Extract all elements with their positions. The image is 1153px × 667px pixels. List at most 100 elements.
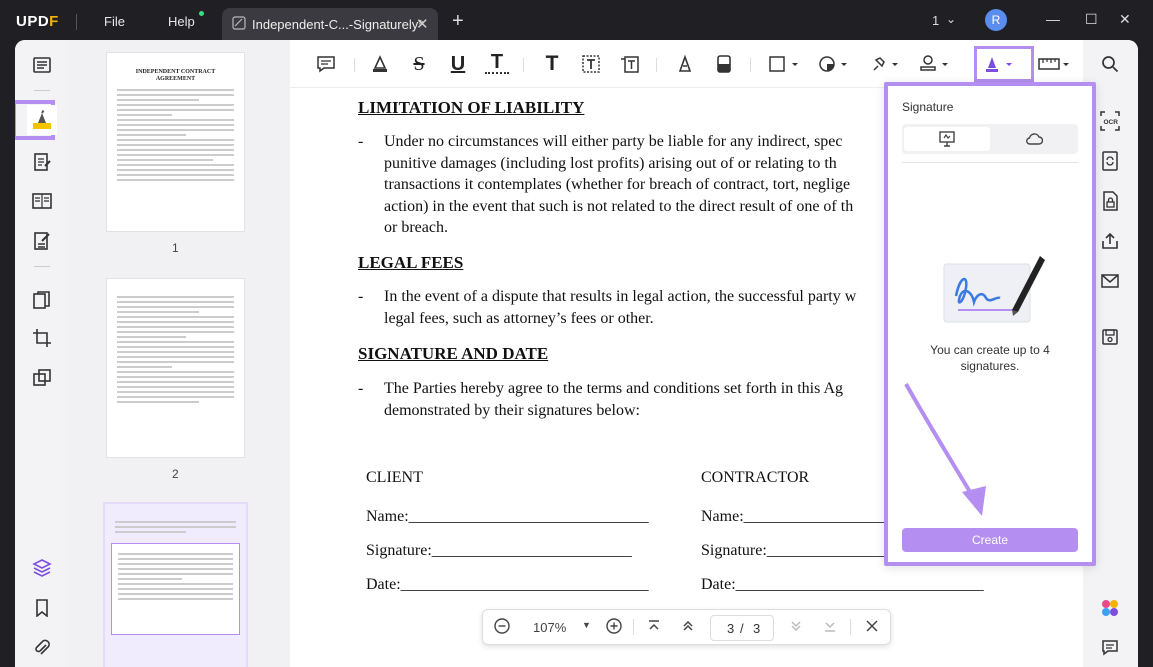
form-edit-icon[interactable] [27,226,57,256]
tab-local-signatures[interactable] [904,127,990,151]
zoom-in-icon[interactable] [605,617,623,638]
zoom-level[interactable]: 107% [533,620,566,635]
page-navigation-bar: 107% ▼ 3 / 3 [482,609,891,645]
heading-signature-and-date: SIGNATURE AND DATE [358,344,548,364]
annotation-toolbar: S U T T [290,40,1083,88]
highlight-icon[interactable] [368,52,392,76]
cloud-icon [1025,132,1043,146]
client-date-field[interactable]: Date:_______________________________ [366,576,649,594]
pin-icon[interactable] [868,52,902,76]
next-page-icon[interactable] [788,618,804,637]
window-count: 1 [932,13,939,28]
signature-pen-icon[interactable] [982,52,1016,76]
tab-title: Independent-C...-Signaturely* [252,17,423,32]
thumbnail-page-2[interactable] [106,278,245,458]
stamp-icon[interactable] [918,52,952,76]
document-tab[interactable]: Independent-C...-Signaturely* ✕ [222,8,438,40]
divider [850,619,851,635]
measure-icon[interactable] [1038,52,1072,76]
divider [902,162,1078,163]
layers-copy-icon[interactable] [27,363,57,393]
reader-mode-icon[interactable] [27,50,57,80]
email-icon[interactable] [1099,270,1121,292]
close-tab-icon[interactable]: ✕ [416,15,429,33]
text-box-icon[interactable] [579,52,603,76]
arrow-annotation [902,380,992,520]
current-page: 3 [727,621,734,636]
tab-cloud-signatures[interactable] [992,127,1076,151]
comments-list-icon[interactable] [1099,637,1121,659]
bullet-dash: - [358,133,363,151]
zoom-dropdown-icon[interactable]: ▼ [582,620,591,630]
create-button[interactable]: Create [902,528,1078,552]
minimize-icon[interactable]: — [1046,11,1060,27]
client-name-field[interactable]: Name:______________________________ [366,508,649,526]
thumbnail-page-1[interactable]: INDEPENDENT CONTRACT AGREEMENT [106,52,245,232]
contractor-label: CONTRACTOR [701,469,809,487]
close-icon[interactable] [864,618,880,637]
divider [34,90,50,91]
total-pages: 3 [753,621,760,636]
heading-legal-fees: LEGAL FEES [358,253,463,273]
divider [633,619,634,635]
signature-source-tabs [902,124,1078,154]
attachment-icon[interactable] [27,633,57,663]
pencil-icon[interactable] [673,52,697,76]
eraser-icon[interactable] [712,52,736,76]
bullet-dash: - [358,380,363,398]
client-signature-field[interactable]: Signature:_________________________ [366,542,632,560]
comment-tool-icon[interactable] [27,105,57,135]
search-icon[interactable] [1099,53,1121,75]
ocr-icon[interactable]: OCR [1099,110,1121,132]
maximize-icon[interactable]: ☐ [1085,11,1098,28]
save-icon[interactable] [1099,326,1121,348]
protect-icon[interactable] [1099,190,1121,212]
thumbnail-page-3[interactable] [103,502,248,667]
page-number-input[interactable]: 3 / 3 [710,615,774,641]
avatar[interactable]: R [985,9,1007,31]
layers-icon[interactable] [27,553,57,583]
thumbnail-page-1-label: 1 [172,241,179,255]
svg-text:OCR: OCR [1104,119,1119,126]
text-callout-icon[interactable] [618,52,642,76]
underline-icon[interactable]: U [446,52,470,76]
ai-assistant-icon[interactable] [1099,597,1121,619]
sticker-icon[interactable] [817,52,851,76]
thumbnail-visible-region [111,543,240,635]
shape-icon[interactable] [768,52,802,76]
squiggly-icon[interactable]: T [485,52,509,74]
divider [34,266,50,267]
close-window-icon[interactable]: ✕ [1119,11,1131,28]
comment-icon[interactable] [314,52,338,76]
first-page-icon[interactable] [646,618,662,637]
thumbnail-panel: INDEPENDENT CONTRACT AGREEMENT 1 2 [68,40,290,667]
text-icon[interactable]: T [540,52,564,76]
new-tab-icon[interactable]: + [452,10,464,33]
left-toolbar [15,40,68,667]
share-icon[interactable] [1099,230,1121,252]
edit-pdf-icon[interactable] [27,147,57,177]
zoom-out-icon[interactable] [493,617,511,638]
previous-page-icon[interactable] [680,618,696,637]
page-separator: / [740,621,744,636]
crop-icon[interactable] [27,323,57,353]
signature-panel: Signature You can create up to 4 signatu… [884,82,1096,566]
menu-help[interactable]: Help [168,14,195,29]
divider [750,58,751,72]
chevron-down-icon[interactable]: ⌄ [946,12,956,26]
bookmark-icon[interactable] [27,593,57,623]
organize-pages-icon[interactable] [27,285,57,315]
thumbnail-page-2-label: 2 [172,467,179,481]
last-page-icon[interactable] [822,618,838,637]
updf-logo: UPDF [16,13,59,30]
menu-file[interactable]: File [104,14,125,29]
bullet-dash: - [358,288,363,306]
contractor-date-field[interactable]: Date:_______________________________ [701,576,984,594]
page-layout-icon[interactable] [27,186,57,216]
strikethrough-icon[interactable]: S [407,52,431,76]
convert-icon[interactable] [1099,150,1121,172]
signature-illustration-icon [942,252,1046,324]
divider [354,58,355,72]
divider [656,58,657,72]
title-bar: UPDF File Help Independent-C...-Signatur… [0,0,1153,42]
